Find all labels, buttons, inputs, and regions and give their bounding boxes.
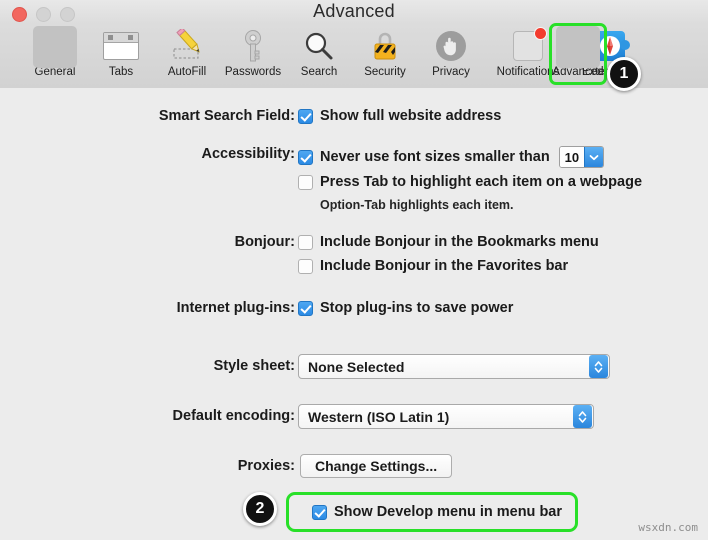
toolbar-item-general[interactable]: General [22, 26, 88, 86]
key-icon [220, 26, 286, 66]
option-tab-hint: Option-Tab highlights each item. [320, 198, 514, 212]
internet-plugins-control: Stop plug-ins to save power [298, 300, 513, 316]
window-title: Advanced [313, 1, 395, 21]
never-use-font-sizes-checkbox[interactable] [298, 149, 313, 165]
show-full-website-address-checkbox[interactable] [298, 108, 313, 124]
accessibility-tab-control: Press Tab to highlight each item on a we… [298, 174, 642, 190]
style-sheet-select[interactable]: None Selected [298, 354, 610, 379]
font-size-stepper[interactable]: 10 [558, 146, 605, 168]
stop-plugins-checkbox[interactable] [298, 300, 313, 316]
chevron-down-icon[interactable] [584, 147, 604, 167]
magnifier-icon [286, 26, 352, 66]
bonjour-label: Bonjour: [234, 234, 295, 250]
proxies-label: Proxies: [237, 458, 295, 474]
smart-search-field-control: Show full website address [298, 108, 501, 124]
watermark: wsxdn.com [638, 521, 698, 534]
bonjour-favorites-checkbox[interactable] [298, 258, 313, 274]
press-tab-to-highlight-checkbox[interactable] [298, 174, 313, 190]
toolbar-item-search[interactable]: Search [286, 26, 352, 86]
step-badge-2: 2 [243, 492, 277, 526]
show-develop-menu-checkbox[interactable] [312, 504, 327, 520]
default-encoding-value: Western (ISO Latin 1) [308, 408, 450, 425]
style-sheet-value: None Selected [308, 358, 405, 375]
toolbar-item-label: Tabs [108, 66, 134, 78]
updown-chevrons-icon[interactable] [589, 355, 608, 378]
safari-advanced-preferences-window: Advanced General Tabs AutoFill Passwords… [0, 0, 708, 540]
updown-chevrons-icon[interactable] [573, 405, 592, 428]
default-encoding-select[interactable]: Western (ISO Latin 1) [298, 404, 594, 429]
toolbar-item-privacy[interactable]: Privacy [418, 26, 484, 86]
develop-menu-control: Show Develop menu in menu bar [312, 504, 562, 520]
bonjour-favorites-label: Include Bonjour in the Favorites bar [320, 258, 569, 274]
toolbar-item-label: Search [300, 66, 338, 78]
default-encoding-label: Default encoding: [172, 408, 295, 424]
smart-search-field-label: Smart Search Field: [158, 108, 295, 124]
style-sheet-label: Style sheet: [213, 358, 295, 374]
stop-plugins-label: Stop plug-ins to save power [320, 300, 514, 316]
toolbar-item-label: Passwords [224, 66, 282, 78]
show-full-website-address-label: Show full website address [320, 108, 502, 124]
font-size-value: 10 [559, 147, 585, 167]
step-badge-1: 1 [607, 57, 641, 91]
bonjour-bookmarks-label: Include Bonjour in the Bookmarks menu [320, 234, 599, 250]
toolbar-item-tabs[interactable]: Tabs [88, 26, 154, 86]
window-titlebar: Advanced [0, 0, 708, 24]
preferences-toolbar: General Tabs AutoFill Passwords Search S… [0, 23, 708, 89]
tabs-window-icon [88, 26, 154, 66]
toolbar-item-label: Privacy [432, 66, 470, 78]
bonjour-bookmarks-checkbox[interactable] [298, 234, 313, 250]
press-tab-to-highlight-label: Press Tab to highlight each item on a we… [320, 174, 643, 190]
internet-plugins-label: Internet plug-ins: [176, 300, 295, 316]
show-develop-menu-label: Show Develop menu in menu bar [334, 504, 563, 520]
toolbar-item-advanced[interactable]: Advanced [545, 23, 611, 86]
padlock-icon [352, 26, 418, 66]
pencil-form-icon [154, 26, 220, 66]
toolbar-item-autofill[interactable]: AutoFill [154, 26, 220, 86]
toolbar-item-label: AutoFill [167, 66, 207, 78]
toolbar-item-passwords[interactable]: Passwords [220, 26, 286, 86]
change-settings-button[interactable]: Change Settings... [300, 454, 453, 478]
accessibility-font-size-control: Never use font sizes smaller than 10 [298, 146, 605, 168]
hand-icon [418, 26, 484, 66]
bonjour-favorites-control: Include Bonjour in the Favorites bar [298, 258, 568, 274]
toolbar-item-security[interactable]: Security [352, 26, 418, 86]
never-use-font-sizes-label: Never use font sizes smaller than [320, 149, 550, 165]
preferences-content: Smart Search Field: Show full website ad… [0, 88, 708, 540]
bonjour-bookmarks-control: Include Bonjour in the Bookmarks menu [298, 234, 599, 250]
advanced-highlight-ring [549, 23, 607, 85]
toolbar-item-label: Security [364, 66, 406, 78]
accessibility-label: Accessibility: [201, 146, 296, 162]
